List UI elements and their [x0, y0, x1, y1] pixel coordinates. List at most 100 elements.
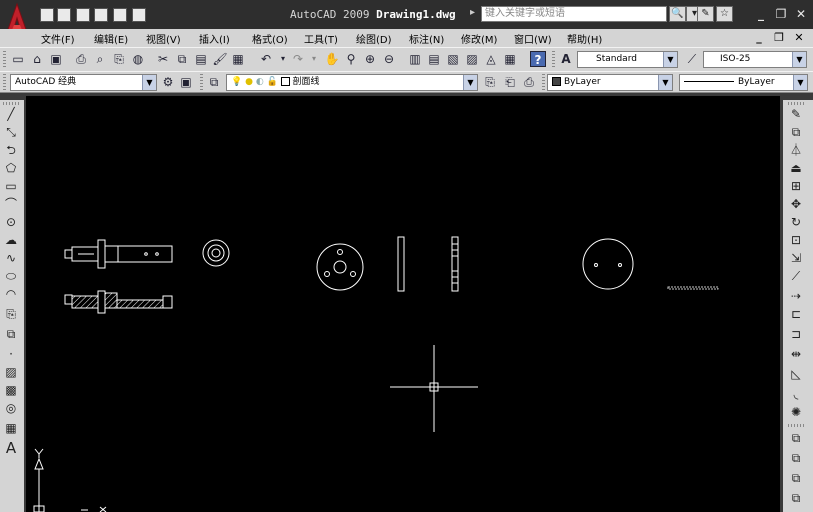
draw-order-back-icon[interactable]: ⧉: [787, 450, 805, 466]
pan-icon[interactable]: ✋: [324, 51, 340, 67]
open-icon[interactable]: [57, 8, 71, 22]
menu-dimension[interactable]: 标注(N): [409, 31, 444, 46]
design-center-icon[interactable]: ▤: [426, 51, 442, 67]
plate-section-view[interactable]: [451, 236, 459, 292]
save-disk-icon[interactable]: ▣: [48, 51, 64, 67]
arc-icon[interactable]: ⌒: [2, 196, 20, 212]
polyline-icon[interactable]: ⮌: [2, 142, 20, 158]
array-icon[interactable]: ⊞: [787, 178, 805, 194]
markup-icon[interactable]: ◬: [483, 51, 499, 67]
save-icon[interactable]: [76, 8, 90, 22]
linetype-select[interactable]: ByLayer ▼: [679, 74, 808, 91]
redo-dropdown-icon[interactable]: ▾: [306, 51, 322, 67]
zoom-previous-icon[interactable]: ⊖: [381, 51, 397, 67]
menu-tools[interactable]: 工具(T): [304, 31, 338, 46]
draw-order-front-icon[interactable]: ⧉: [787, 430, 805, 446]
spline-icon[interactable]: ∿: [2, 250, 20, 266]
paste-icon[interactable]: ▤: [193, 51, 209, 67]
dim-style-icon[interactable]: ⟋: [684, 51, 700, 67]
washer-view[interactable]: [202, 239, 230, 267]
menu-edit[interactable]: 编辑(E): [94, 31, 128, 46]
cut-icon[interactable]: ✂: [155, 51, 171, 67]
trim-icon[interactable]: ⟋: [787, 268, 805, 284]
plot-preview-icon[interactable]: ⌕: [92, 51, 108, 67]
doc-minimize-button[interactable]: _: [752, 30, 766, 45]
move-icon[interactable]: ✥: [787, 196, 805, 212]
zoom-window-icon[interactable]: ⊕: [362, 51, 378, 67]
chevron-down-icon[interactable]: ▼: [792, 52, 806, 67]
close-button[interactable]: ✕: [793, 6, 809, 22]
redo-icon[interactable]: [132, 8, 146, 22]
break-at-point-icon[interactable]: ⊏: [787, 306, 805, 322]
my-workspace-icon[interactable]: ▣: [178, 74, 194, 90]
polygon-icon[interactable]: ⬠: [2, 160, 20, 176]
doc-restore-button[interactable]: ❐: [772, 30, 786, 45]
line-icon[interactable]: ╱: [2, 106, 20, 122]
send-under-icon[interactable]: ⧉: [787, 490, 805, 506]
chevron-down-icon[interactable]: ▼: [663, 52, 677, 67]
match-properties-icon[interactable]: 🖌: [212, 51, 228, 67]
menu-window[interactable]: 窗口(W): [514, 31, 552, 46]
circle-icon[interactable]: ⊙: [2, 214, 20, 230]
undo-arrow-icon[interactable]: ↶: [258, 51, 274, 67]
offset-icon[interactable]: ⏏: [787, 160, 805, 176]
menu-insert[interactable]: 插入(I): [199, 31, 230, 46]
gradient-icon[interactable]: ▩: [2, 382, 20, 398]
menu-format[interactable]: 格式(O): [252, 31, 288, 46]
menu-draw[interactable]: 绘图(D): [356, 31, 392, 46]
menu-help[interactable]: 帮助(H): [567, 31, 602, 46]
shaft-section-view[interactable]: [64, 290, 173, 314]
revcloud-icon[interactable]: ☁: [2, 232, 20, 248]
favorites-icon[interactable]: ☆: [716, 6, 733, 22]
join-icon[interactable]: ⇹: [787, 346, 805, 362]
minimize-button[interactable]: _: [753, 6, 769, 22]
copy-icon[interactable]: ⧉: [174, 51, 190, 67]
menu-file[interactable]: 文件(F): [41, 31, 75, 46]
toolbar-grip[interactable]: [788, 102, 806, 105]
fillet-icon[interactable]: ◟: [787, 386, 805, 402]
point-icon[interactable]: ·: [2, 346, 20, 362]
properties-icon[interactable]: ▥: [407, 51, 423, 67]
subscription-icon[interactable]: ✎: [697, 6, 714, 22]
tool-palettes-icon[interactable]: ▧: [445, 51, 461, 67]
toolbar-grip[interactable]: [3, 51, 6, 68]
menu-view[interactable]: 视图(V): [146, 31, 181, 46]
publish-icon[interactable]: ⎘: [111, 51, 127, 67]
redo-arrow-icon[interactable]: ↷: [290, 51, 306, 67]
search-input[interactable]: 键入关键字或短语: [481, 6, 667, 22]
toolbar-grip[interactable]: [200, 74, 203, 90]
sheet-set-icon[interactable]: ▨: [464, 51, 480, 67]
table-icon[interactable]: ▦: [2, 420, 20, 436]
mirror-icon[interactable]: ⏃: [787, 142, 805, 158]
chevron-down-icon[interactable]: ▼: [463, 75, 477, 90]
break-icon[interactable]: ⊐: [787, 326, 805, 342]
workspace-select[interactable]: AutoCAD 经典 ▼: [10, 74, 157, 91]
plot-icon[interactable]: ⎙: [73, 51, 89, 67]
chevron-down-icon[interactable]: ▼: [142, 75, 156, 90]
search-icon[interactable]: 🔍: [669, 6, 686, 22]
shaft-elevation-view[interactable]: [64, 239, 173, 269]
construction-line-icon[interactable]: ⤡: [2, 124, 20, 140]
toolbar-grip[interactable]: [788, 424, 806, 427]
layer-previous-icon[interactable]: ⎗: [502, 74, 518, 90]
new-icon[interactable]: ▭: [10, 51, 26, 67]
make-current-layer-icon[interactable]: ⎘: [482, 74, 498, 90]
dwf-icon[interactable]: ◍: [130, 51, 146, 67]
drawing-canvas[interactable]: Y X: [26, 96, 780, 512]
rectangle-icon[interactable]: ▭: [2, 178, 20, 194]
bring-above-icon[interactable]: ⧉: [787, 470, 805, 486]
quickcalc-icon[interactable]: ▦: [502, 51, 518, 67]
ellipse-icon[interactable]: ⬭: [2, 268, 20, 284]
layer-select[interactable]: 💡 ● ◐ 🔓 剖面线 ▼: [226, 74, 478, 91]
explode-icon[interactable]: ✺: [787, 404, 805, 420]
doc-close-button[interactable]: ✕: [792, 30, 806, 45]
text-style-select[interactable]: Standard ▼: [577, 51, 678, 68]
make-block-icon[interactable]: ⧉: [2, 326, 20, 342]
text-style-icon[interactable]: A: [558, 51, 574, 67]
hatch-icon[interactable]: ▨: [2, 364, 20, 380]
toolbar-grip[interactable]: [3, 74, 6, 90]
drawing-svg[interactable]: Y X: [26, 96, 780, 512]
layer-states-icon[interactable]: ⎙: [521, 74, 537, 90]
extend-icon[interactable]: ⇢: [787, 288, 805, 304]
insert-block-icon[interactable]: ⎘: [2, 306, 20, 322]
